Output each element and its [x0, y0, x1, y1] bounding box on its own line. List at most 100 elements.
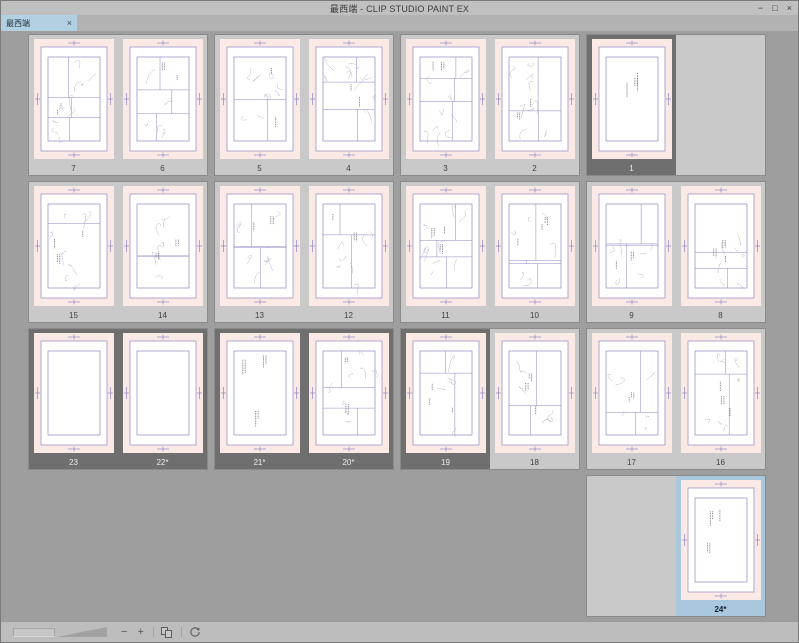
page-number: 21* [253, 458, 266, 467]
page-thumbnail [401, 329, 490, 456]
spread-container: 54 [214, 34, 394, 176]
page-number: 17 [627, 458, 636, 467]
manga-page [591, 333, 672, 453]
empty-cell [587, 476, 676, 616]
page-cell[interactable]: 23 [29, 329, 118, 469]
manga-page [494, 39, 575, 159]
page-cell[interactable]: 6 [118, 35, 207, 175]
page-cell[interactable]: 12 [304, 182, 393, 322]
divider [152, 627, 154, 637]
refresh-thumbnails-icon[interactable] [189, 626, 201, 638]
manga-page [680, 333, 761, 453]
page-cell[interactable]: 9 [587, 182, 676, 322]
status-bar: − + [1, 621, 798, 642]
zoom-out-button[interactable]: − [121, 622, 127, 642]
page-cell[interactable]: 24* [676, 476, 765, 616]
page-cell[interactable]: 5 [215, 35, 304, 175]
page-number: 8 [718, 311, 723, 320]
page-thumbnail [215, 329, 304, 456]
manga-page [219, 333, 300, 453]
page-cell[interactable]: 18 [490, 329, 579, 469]
page-cell[interactable]: 13 [215, 182, 304, 322]
page-cell[interactable]: 20* [304, 329, 393, 469]
page-cell[interactable]: 2 [490, 35, 579, 175]
page-number: 2 [532, 164, 537, 173]
page-cell[interactable]: 7 [29, 35, 118, 175]
manga-page [591, 39, 672, 159]
page-cell[interactable]: 15 [29, 182, 118, 322]
page-number: 3 [443, 164, 448, 173]
page-thumbnail [490, 182, 579, 309]
page-cell[interactable]: 21* [215, 329, 304, 469]
spread-container: 98 [586, 181, 766, 323]
spread-container: 19 18 [400, 328, 580, 470]
maximize-button[interactable]: □ [772, 1, 777, 15]
spread-container: 76 [28, 34, 208, 176]
manga-page [405, 39, 486, 159]
page-thumbnail [215, 35, 304, 162]
page-cell[interactable]: 8 [676, 182, 765, 322]
page-number: 22* [156, 458, 169, 467]
page-cell[interactable]: 10 [490, 182, 579, 322]
status-box [13, 627, 55, 637]
page-number: 14 [158, 311, 167, 320]
page-cell[interactable]: 14 [118, 182, 207, 322]
page-number: 6 [160, 164, 165, 173]
spread-container: 11 10 [400, 181, 580, 323]
page-thumbnail [490, 35, 579, 162]
page-thumbnail [118, 329, 207, 456]
spread-container: 24* [586, 475, 766, 617]
page-number: 7 [71, 164, 76, 173]
spread-container: 21* 20* [214, 328, 394, 470]
manga-page [494, 333, 575, 453]
app-window: 最西端 - CLIP STUDIO PAINT EX − □ × 最西端 × 7… [0, 0, 799, 643]
page-cell[interactable]: 4 [304, 35, 393, 175]
window-title: 最西端 - CLIP STUDIO PAINT EX [329, 3, 470, 14]
page-cell[interactable]: 1 [587, 35, 676, 175]
page-manager-canvas: 7 6 5 4 3 2 1 15 14 13 12 11 10 9 8 23 22* 21* 20* 19 18 17 16… [1, 31, 798, 621]
page-thumbnail [29, 35, 118, 162]
manga-page [219, 186, 300, 306]
spread-view-icon[interactable] [160, 626, 172, 638]
page-thumbnail [587, 182, 676, 309]
page-thumbnail [587, 35, 676, 162]
manga-page [308, 333, 389, 453]
page-cell[interactable]: 16 [676, 329, 765, 469]
tab-close-icon[interactable]: × [67, 18, 72, 28]
thumbnail-size-slider[interactable] [57, 627, 107, 637]
page-thumbnail [118, 182, 207, 309]
manga-page [405, 333, 486, 453]
close-button[interactable]: × [787, 1, 792, 15]
page-thumbnail [304, 182, 393, 309]
page-number: 1 [629, 164, 634, 173]
page-row: 23 22* 21* 20* 19 18 17 16 [28, 328, 766, 470]
page-thumbnail [676, 182, 765, 309]
page-cell[interactable]: 17 [587, 329, 676, 469]
page-number: 20* [342, 458, 355, 467]
manga-page [591, 186, 672, 306]
divider [180, 627, 182, 637]
page-thumbnail [29, 329, 118, 456]
minimize-button[interactable]: − [758, 1, 763, 15]
zoom-in-button[interactable]: + [137, 622, 143, 642]
window-controls: − □ × [758, 1, 792, 15]
document-tab[interactable]: 最西端 × [1, 15, 77, 31]
page-cell[interactable]: 3 [401, 35, 490, 175]
page-cell[interactable]: 22* [118, 329, 207, 469]
manga-page [122, 186, 203, 306]
manga-page [33, 333, 114, 453]
page-number: 24* [714, 605, 727, 614]
page-thumbnail [304, 329, 393, 456]
manga-page [308, 39, 389, 159]
page-cell[interactable]: 19 [401, 329, 490, 469]
page-thumbnail [490, 329, 579, 456]
spread-container: 23 22* [28, 328, 208, 470]
page-number: 4 [346, 164, 351, 173]
spread-container: 17 16 [586, 328, 766, 470]
manga-page [405, 186, 486, 306]
manga-page [33, 186, 114, 306]
page-cell[interactable]: 11 [401, 182, 490, 322]
page-number: 10 [530, 311, 539, 320]
page-thumbnail [676, 329, 765, 456]
manga-page [122, 39, 203, 159]
